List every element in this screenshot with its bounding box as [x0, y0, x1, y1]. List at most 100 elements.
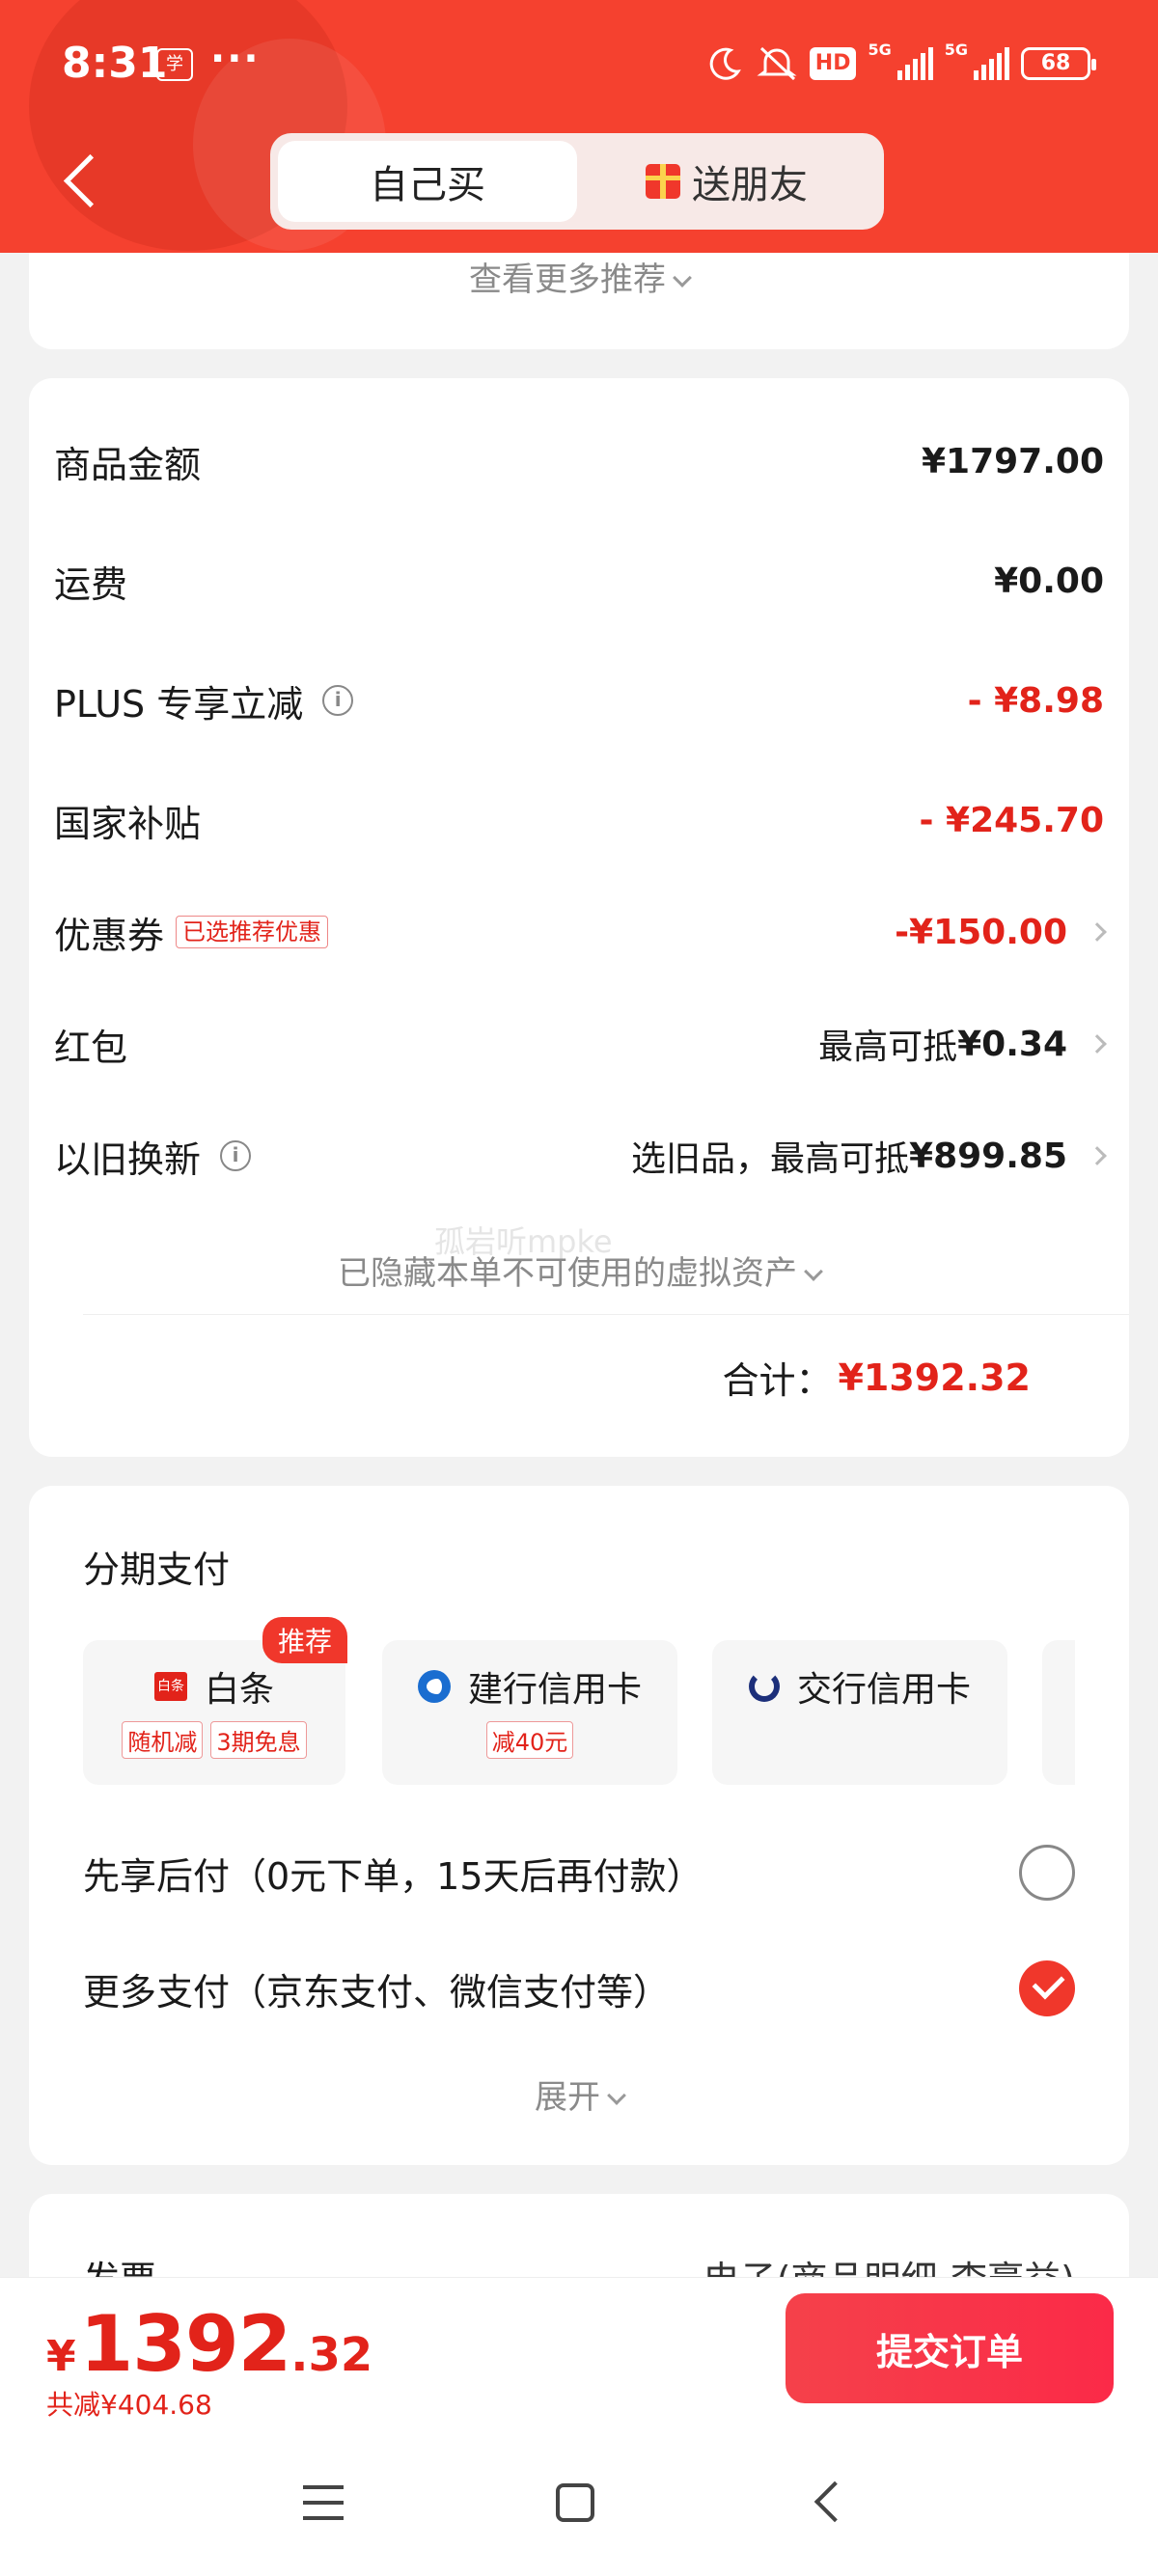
- row-label: 商品金额: [54, 443, 202, 486]
- installment-title: 分期支付: [83, 1548, 231, 1591]
- row-label-wrap: 优惠券 已选推荐优惠: [54, 906, 329, 959]
- row-label: PLUS 专享立减: [54, 682, 304, 726]
- pay-option-name-wrap: 白条 白条: [83, 1661, 345, 1712]
- row-value: ¥0.34: [957, 1024, 1067, 1064]
- more-pay-label: 更多支付（京东支付、微信支付等）: [83, 1970, 671, 2014]
- expand-button[interactable]: 展开: [0, 2070, 1158, 2118]
- more-recommend-label: 查看更多推荐: [469, 260, 666, 299]
- row-value: ¥0.00: [994, 561, 1104, 601]
- chevron-right-icon: [1088, 1146, 1107, 1165]
- network-label: 5G: [868, 41, 892, 59]
- row-label: 红包: [54, 1026, 128, 1069]
- row-red-packet[interactable]: 红包 最高可抵 ¥0.34: [54, 1015, 1107, 1073]
- pay-option-name-wrap: 建行信用卡: [382, 1661, 677, 1712]
- coupon-tag: 已选推荐优惠: [176, 916, 329, 948]
- chevron-right-icon: [1088, 1034, 1107, 1054]
- gift-icon: [646, 164, 680, 199]
- hidden-assets-toggle[interactable]: 已隐藏本单不可使用的虚拟资产: [0, 1247, 1158, 1294]
- chevron-down-icon: [673, 268, 692, 288]
- row-label-wrap: PLUS 专享立减 i: [54, 674, 354, 727]
- divider: [83, 1314, 1129, 1315]
- row-value-prefix: 选旧品，最高可抵: [631, 1139, 910, 1179]
- pay-option-name-wrap: 交行信用卡: [712, 1661, 1007, 1712]
- row-coupon[interactable]: 优惠券 已选推荐优惠 -¥150.00: [54, 903, 1107, 961]
- app-notification-icon: 学: [156, 48, 193, 81]
- chevron-right-icon: [1088, 922, 1107, 942]
- promo-badge: 随机减: [122, 1721, 204, 1759]
- hd-voice-icon: HD: [809, 47, 857, 80]
- system-nav-bar: [0, 2431, 1158, 2576]
- row-label: 运费: [54, 562, 128, 606]
- row-label: 国家补贴: [54, 802, 202, 845]
- total-saved: 共减¥404.68: [46, 2389, 212, 2421]
- network-label-2: 5G: [944, 41, 968, 59]
- total-row: 合计： ¥1392.32: [722, 1351, 1031, 1404]
- pay-option-more[interactable]: [1042, 1640, 1075, 1785]
- bocom-bank-icon: [748, 1671, 780, 1702]
- battery-icon: 68: [1021, 47, 1096, 80]
- row-goods-amount: 商品金额 ¥1797.00: [54, 432, 1104, 490]
- status-icons: HD 5G 5G 68: [705, 41, 1096, 85]
- row-shipping: 运费 ¥0.00: [54, 552, 1104, 610]
- row-label-wrap: 以旧换新 i: [54, 1130, 252, 1183]
- pay-option-badges: 减40元: [382, 1721, 677, 1759]
- info-icon[interactable]: i: [322, 685, 354, 716]
- status-time: 8:31: [62, 39, 168, 88]
- chevron-down-icon: [607, 2086, 626, 2105]
- back-icon[interactable]: [813, 2480, 856, 2523]
- pay-later-option[interactable]: 先享后付（0元下单，15天后再付款）: [83, 1839, 1075, 1906]
- pay-option-bocom-credit[interactable]: 交行信用卡: [712, 1640, 1007, 1785]
- order-confirm-page: 8:31 学 ··· HD 5G 5G 68 自己买 送朋友 查看更多推荐 商品…: [0, 0, 1158, 2576]
- currency-symbol: ¥: [46, 2332, 76, 2381]
- row-plus-discount: PLUS 专享立减 i - ¥8.98: [54, 671, 1104, 729]
- row-label: 以旧换新: [54, 1137, 202, 1181]
- status-bar: 8:31 学 ··· HD 5G 5G 68: [0, 0, 1158, 130]
- total-value: ¥1392.32: [838, 1356, 1031, 1399]
- pay-later-label: 先享后付（0元下单，15天后再付款）: [83, 1854, 703, 1898]
- row-label: 优惠券: [54, 914, 165, 957]
- recommend-flag: 推荐: [262, 1617, 347, 1663]
- info-icon[interactable]: i: [220, 1140, 252, 1171]
- row-value-wrap: 选旧品，最高可抵 ¥899.85: [631, 1131, 1107, 1181]
- row-value: - ¥8.98: [967, 680, 1104, 721]
- row-trade-in[interactable]: 以旧换新 i 选旧品，最高可抵 ¥899.85: [54, 1127, 1107, 1185]
- row-value: ¥1797.00: [921, 441, 1104, 481]
- row-national-subsidy: 国家补贴 - ¥245.70: [54, 791, 1104, 849]
- header: 8:31 学 ··· HD 5G 5G 68 自己买 送朋友: [0, 0, 1158, 253]
- promo-badge: 减40元: [485, 1721, 574, 1759]
- tab-gift-friend[interactable]: 送朋友: [577, 141, 876, 222]
- pay-option-name: 建行信用卡: [467, 1670, 642, 1710]
- tab-buy-self[interactable]: 自己买: [278, 141, 577, 222]
- expand-label: 展开: [535, 2078, 600, 2117]
- more-notifications-icon: ···: [210, 37, 261, 81]
- baitiao-icon: 白条: [153, 1672, 187, 1701]
- hidden-assets-label: 已隐藏本单不可使用的虚拟资产: [338, 1254, 797, 1293]
- row-value-wrap: 最高可抵 ¥0.34: [818, 1019, 1107, 1069]
- home-icon[interactable]: [556, 2483, 594, 2522]
- pay-option-name: 交行信用卡: [796, 1670, 971, 1710]
- signal-icon-2: [974, 47, 1009, 80]
- price-integer: 1392: [79, 2299, 292, 2389]
- row-value-wrap: -¥150.00: [895, 913, 1107, 952]
- signal-icon: [896, 47, 933, 80]
- back-button[interactable]: [54, 145, 102, 218]
- checkout-bar: ¥ 1392 .32 共减¥404.68 提交订单: [0, 2277, 1158, 2431]
- mute-icon: [757, 46, 797, 81]
- submit-order-button[interactable]: 提交订单: [786, 2293, 1114, 2403]
- row-value: - ¥245.70: [919, 800, 1104, 840]
- final-price: ¥ 1392 .32: [46, 2299, 372, 2389]
- more-recommend-link[interactable]: 查看更多推荐: [0, 253, 1158, 300]
- more-pay-option[interactable]: 更多支付（京东支付、微信支付等）: [83, 1955, 1075, 2022]
- pay-option-baitiao[interactable]: 推荐 白条 白条 随机减 3期免息: [83, 1617, 347, 1785]
- pay-option-ccb-credit[interactable]: 建行信用卡 减40元: [382, 1640, 677, 1785]
- total-label: 合计：: [722, 1359, 833, 1402]
- chevron-down-icon: [804, 1262, 823, 1281]
- purchase-mode-switch: 自己买 送朋友: [270, 133, 884, 230]
- radio-checked[interactable]: [1019, 1960, 1075, 2016]
- row-value-prefix: 最高可抵: [818, 1028, 958, 1067]
- menu-icon[interactable]: [303, 2485, 344, 2520]
- moon-icon: [709, 47, 741, 80]
- row-value: ¥899.85: [909, 1136, 1067, 1176]
- radio-unchecked[interactable]: [1019, 1845, 1075, 1901]
- tab-gift-friend-label: 送朋友: [692, 163, 808, 207]
